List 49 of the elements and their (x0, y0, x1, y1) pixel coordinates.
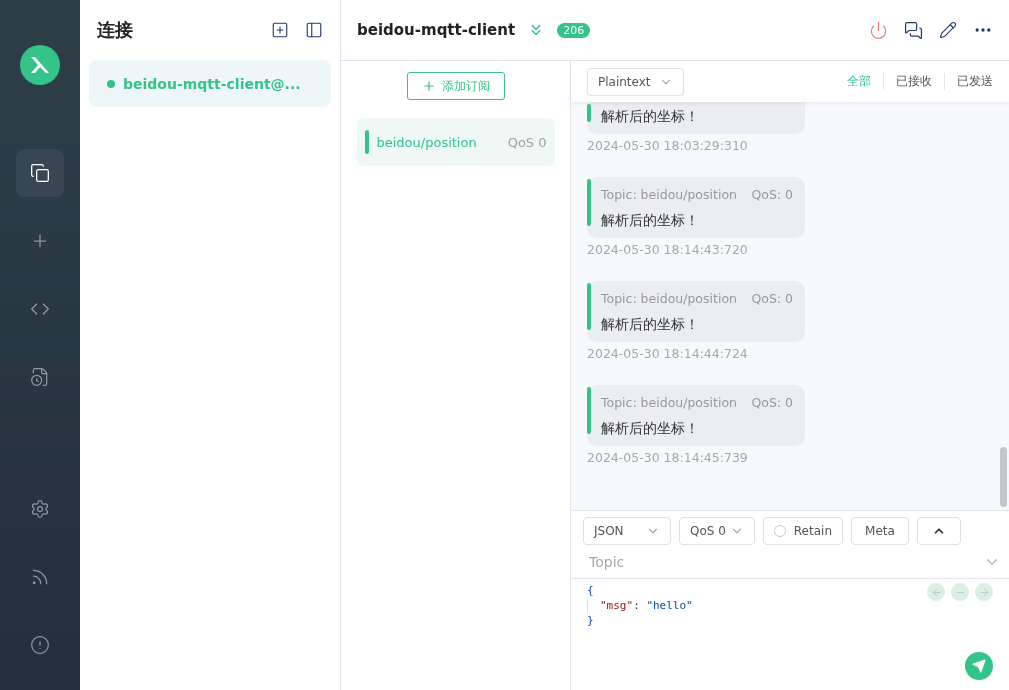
feed-icon (30, 567, 50, 587)
message-payload: 解析后的坐标！ (601, 108, 700, 126)
message-count-badge: 206 (557, 22, 591, 38)
code-line: "msg": "hello" (587, 598, 693, 613)
message-payload: 解析后的坐标！ (601, 420, 700, 438)
message-time: 2024-05-30 18:14:44:724 (587, 346, 749, 361)
payload-format-select[interactable]: JSON (583, 517, 671, 545)
alert-icon (30, 635, 50, 655)
message-time: 2024-05-30 18:03:29:310 (587, 138, 749, 153)
log-file-icon (30, 367, 50, 387)
message-time: 2024-05-30 18:14:45:739 (587, 450, 749, 465)
message-qos: QoS: 0 (751, 395, 793, 410)
arrow-right-icon (978, 586, 990, 598)
connections-icon (30, 163, 50, 183)
power-icon[interactable] (869, 20, 888, 40)
previous-button[interactable] (927, 583, 945, 601)
send-icon (972, 659, 986, 673)
message-qos: QoS: 0 (751, 187, 793, 202)
filter-tab[interactable]: 已发送 (944, 73, 993, 90)
message-qos: QoS: 0 (751, 291, 793, 306)
add-connection-icon[interactable] (271, 21, 289, 39)
plus-icon (421, 79, 436, 93)
nav-button[interactable] (16, 149, 64, 197)
arrow-left-icon (930, 586, 942, 598)
panel-title: 连接 (97, 18, 134, 42)
connection-title: beidou-mqtt-client (357, 21, 516, 39)
message-topic: Topic: beidou/position (601, 187, 737, 202)
message-topic: Topic: beidou/position (601, 291, 737, 306)
message-payload: 解析后的坐标！ (601, 316, 700, 334)
settings-icon (30, 499, 50, 519)
message-topic: Topic: beidou/position (601, 395, 737, 410)
message-payload: 解析后的坐标！ (601, 212, 700, 230)
sidebar-toggle-icon[interactable] (305, 21, 323, 39)
next-button[interactable] (975, 583, 993, 601)
meta-button[interactable]: Meta (851, 517, 909, 545)
retain-toggle[interactable]: Retain (763, 517, 843, 545)
send-button[interactable] (965, 652, 993, 680)
message-time: 2024-05-30 18:14:43:720 (587, 242, 749, 257)
filter-tab[interactable]: 已接收 (883, 73, 944, 90)
reset-button[interactable] (951, 583, 969, 601)
edit-icon[interactable] (939, 21, 957, 39)
app-logo (20, 45, 60, 85)
chat-icon[interactable] (904, 20, 923, 40)
format-select[interactable]: Plaintext (587, 67, 684, 96)
expand-button[interactable] (917, 517, 961, 545)
scrollbar-thumb[interactable] (1000, 447, 1007, 507)
qos-select[interactable]: QoS 0 (679, 517, 755, 545)
code-line: { (587, 583, 594, 598)
code-line: } (587, 613, 594, 628)
